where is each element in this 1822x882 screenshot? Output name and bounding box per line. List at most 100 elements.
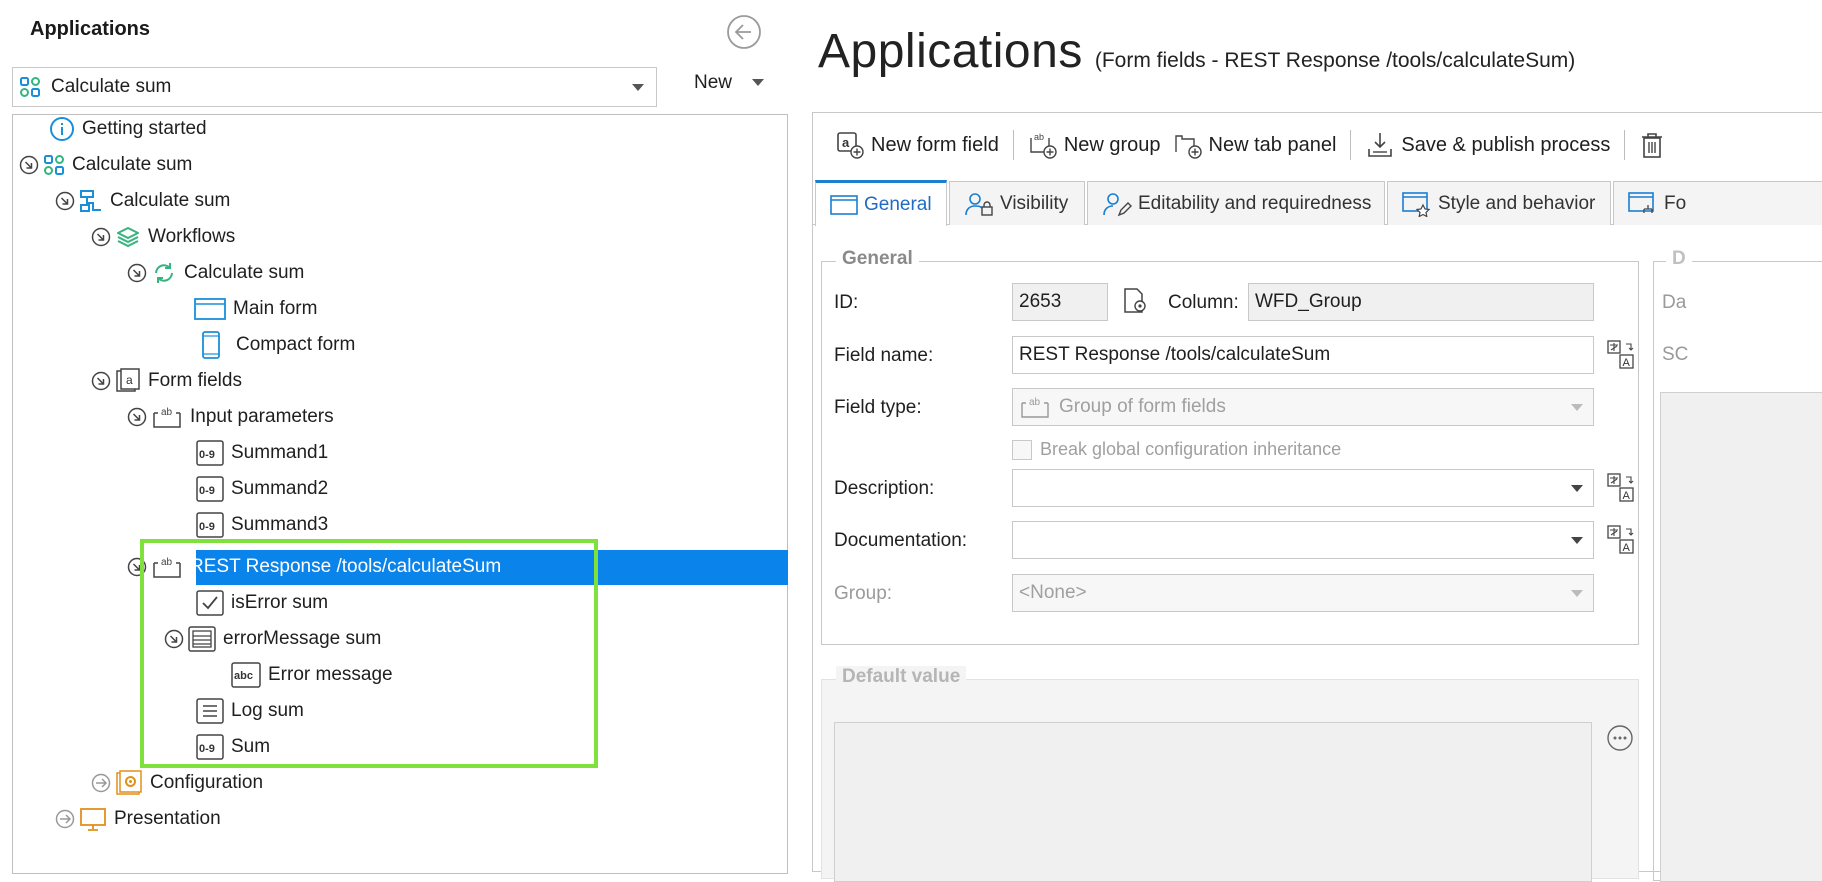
field-name-input[interactable]: REST Response /tools/calculateSum	[1012, 336, 1594, 374]
tree-item-error-message[interactable]: abc Error message	[231, 659, 393, 691]
tree-item-input-parameters[interactable]: ab Input parameters	[127, 401, 334, 433]
tree-item-label: Sum	[231, 736, 271, 757]
description-input[interactable]	[1012, 469, 1594, 507]
configuration-gear-icon	[115, 770, 143, 796]
save-publish-label: Save & publish process	[1401, 133, 1611, 156]
tree-item-workflow-calculate-sum[interactable]: Calculate sum	[127, 257, 304, 289]
collapse-panel-icon[interactable]	[726, 14, 762, 50]
collapse-arrow-icon[interactable]	[127, 263, 147, 283]
translate-icon[interactable]: A	[1606, 472, 1636, 504]
description-label: Description:	[834, 478, 935, 499]
tree-item-label: Summand2	[231, 478, 329, 499]
default-value-group: Default value	[821, 666, 1639, 882]
window-icon	[830, 194, 858, 216]
collapse-arrow-icon[interactable]	[164, 629, 184, 649]
integer-field-icon: 0-9	[196, 440, 224, 466]
presentation-icon	[79, 806, 107, 832]
tree-item-workflows[interactable]: Workflows	[91, 221, 235, 253]
delete-button[interactable]	[1633, 130, 1671, 160]
application-icon	[19, 76, 41, 98]
tab-general[interactable]: General	[815, 180, 947, 226]
expand-arrow-icon[interactable]	[55, 809, 75, 829]
toolbar-separator	[1624, 130, 1626, 160]
collapse-arrow-icon[interactable]	[19, 155, 39, 175]
default-value-editor	[834, 722, 1592, 882]
group-field-icon: ab	[1019, 394, 1053, 420]
tree-item-label: Presentation	[114, 808, 221, 829]
tree-item-label: Calculate sum	[72, 154, 193, 175]
collapse-arrow-icon[interactable]	[127, 407, 147, 427]
tab-editability[interactable]: Editability and requiredness	[1087, 181, 1385, 225]
form-field-editor: Applications (Form fields - REST Respons…	[790, 0, 1822, 882]
tab-general-label: General	[864, 193, 932, 215]
more-options-icon[interactable]	[1606, 724, 1634, 752]
documentation-input[interactable]	[1012, 521, 1594, 559]
tree-item-rest-response[interactable]: ab REST Response /tools/calculateSum	[127, 551, 501, 583]
editor-tabs: General Visibility Editability and requi…	[813, 179, 1822, 226]
page-title-main: Applications	[818, 25, 1083, 78]
svg-text:0-9: 0-9	[199, 521, 215, 533]
chevron-down-icon	[1571, 537, 1583, 545]
tab-visibility[interactable]: Visibility	[949, 181, 1085, 225]
save-publish-icon	[1365, 130, 1395, 160]
window-tree-icon	[1628, 191, 1658, 217]
column-settings-icon[interactable]	[1120, 286, 1150, 316]
checkbox-box	[1012, 439, 1032, 460]
page-title: Applications (Form fields - REST Respons…	[818, 24, 1575, 79]
collapse-arrow-icon[interactable]	[91, 227, 111, 247]
svg-text:A: A	[1623, 357, 1631, 369]
applications-panel: Applications Calculate sum New Getting s…	[0, 0, 790, 874]
svg-text:ab: ab	[1034, 132, 1044, 142]
tree-item-sum[interactable]: 0-9 Sum	[196, 731, 270, 763]
tree-item-configuration[interactable]: Configuration	[91, 767, 263, 799]
break-inheritance-checkbox: Break global configuration inheritance	[1012, 439, 1341, 460]
new-button-label: New	[694, 72, 733, 93]
layers-icon	[115, 225, 141, 249]
tree-item-summand2[interactable]: 0-9 Summand2	[196, 473, 328, 505]
default-value-title: Default value	[836, 666, 967, 688]
new-form-field-button[interactable]: a New form field	[829, 130, 1005, 160]
tab-form[interactable]: Fo	[1613, 181, 1822, 225]
toolbar-separator	[1012, 130, 1014, 160]
tree-item-iserror-sum[interactable]: isError sum	[196, 587, 328, 619]
translate-icon[interactable]: A	[1606, 524, 1636, 556]
collapse-arrow-icon[interactable]	[55, 191, 75, 211]
svg-text:abc: abc	[234, 670, 253, 682]
tree-item-presentation[interactable]: Presentation	[55, 803, 221, 835]
new-tab-panel-icon	[1173, 130, 1203, 160]
tree-item-log-sum[interactable]: Log sum	[196, 695, 304, 727]
tree-item-form-fields[interactable]: a Form fields	[91, 365, 242, 397]
save-publish-button[interactable]: Save & publish process	[1359, 130, 1616, 160]
tree-item-label: Log sum	[231, 700, 304, 721]
user-lock-icon	[964, 191, 994, 217]
new-tab-panel-button[interactable]: New tab panel	[1167, 130, 1343, 160]
application-select[interactable]: Calculate sum	[12, 67, 657, 107]
collapse-arrow-icon[interactable]	[127, 557, 147, 577]
tree-item-calculate-sum-app[interactable]: Calculate sum	[19, 149, 192, 181]
tree-item-errormessage-sum[interactable]: errorMessage sum	[164, 623, 381, 655]
svg-text:a: a	[842, 135, 850, 150]
svg-text:0-9: 0-9	[199, 743, 215, 755]
svg-text:0-9: 0-9	[199, 449, 215, 461]
tree-item-compact-form[interactable]: Compact form	[200, 329, 355, 361]
tree-item-summand3[interactable]: 0-9 Summand3	[196, 509, 328, 541]
tree-item-summand1[interactable]: 0-9 Summand1	[196, 437, 328, 469]
group-select-value: <None>	[1019, 582, 1087, 603]
tab-editability-label: Editability and requiredness	[1138, 192, 1372, 214]
info-icon	[49, 116, 75, 142]
new-button[interactable]: New	[694, 72, 765, 94]
user-edit-icon	[1102, 191, 1132, 217]
collapse-arrow-icon[interactable]	[91, 371, 111, 391]
tree-item-process[interactable]: Calculate sum	[55, 185, 230, 217]
tree-item-main-form[interactable]: Main form	[194, 293, 317, 325]
tree-item-label: isError sum	[231, 592, 329, 613]
svg-text:a: a	[126, 373, 133, 387]
tab-form-label: Fo	[1664, 192, 1687, 214]
translate-icon[interactable]: A	[1606, 339, 1636, 371]
application-select-value: Calculate sum	[51, 76, 172, 97]
tree-item-getting-started[interactable]: Getting started	[49, 113, 207, 145]
field-name-label: Field name:	[834, 345, 934, 366]
expand-arrow-icon[interactable]	[91, 773, 111, 793]
new-group-button[interactable]: ab New group	[1022, 130, 1167, 160]
tab-style[interactable]: Style and behavior	[1387, 181, 1611, 225]
